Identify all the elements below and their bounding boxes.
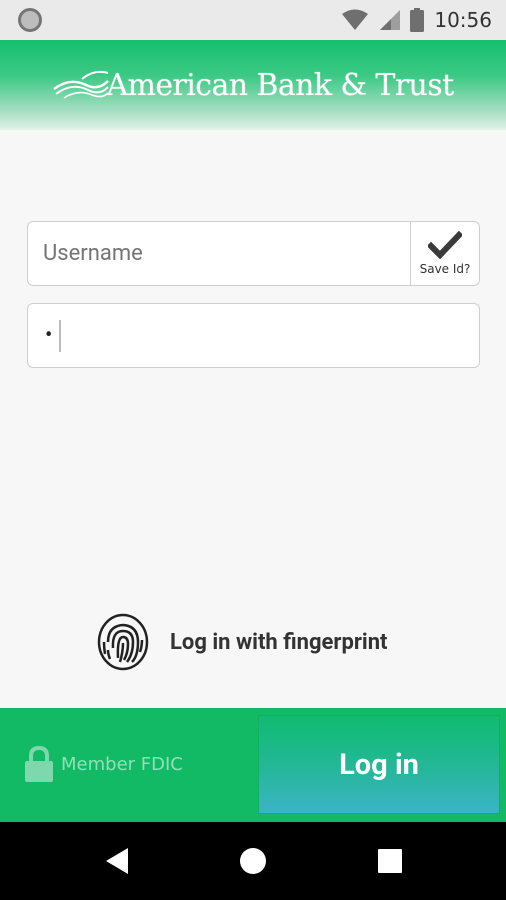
back-icon (106, 848, 128, 874)
nav-recents-button[interactable] (350, 822, 430, 900)
lock-icon (25, 746, 53, 782)
flag-swoosh-icon (53, 70, 110, 99)
cell-signal-icon (380, 10, 401, 30)
status-bar: 10:56 (0, 0, 506, 40)
brand-name: American Bank & Trust (106, 67, 454, 103)
password-value: • (45, 322, 53, 348)
home-icon (240, 848, 266, 874)
recents-icon (378, 849, 402, 873)
fingerprint-login[interactable]: Log in with fingerprint (96, 612, 387, 672)
checkmark-icon (428, 231, 462, 259)
username-field: Save Id? (27, 221, 480, 286)
username-input[interactable] (28, 222, 410, 285)
status-time: 10:56 (434, 8, 492, 32)
fingerprint-icon (97, 613, 149, 671)
fdic-label: Member FDIC (61, 753, 183, 775)
app-header: American Bank & Trust (0, 40, 506, 130)
system-nav-bar (0, 822, 506, 900)
nav-home-button[interactable] (213, 822, 293, 900)
save-id-checkbox[interactable]: Save Id? (410, 222, 479, 285)
bottom-bar: Member FDIC Log in (0, 708, 506, 822)
member-fdic: Member FDIC (25, 746, 183, 782)
nav-back-button[interactable] (77, 822, 157, 900)
text-cursor (59, 319, 62, 352)
battery-icon (410, 8, 425, 32)
password-field[interactable]: • (27, 303, 480, 368)
fingerprint-label: Log in with fingerprint (170, 629, 388, 655)
login-button[interactable]: Log in (259, 716, 499, 813)
status-right: 10:56 (342, 8, 492, 32)
brand-logo: American Bank & Trust (52, 65, 454, 105)
login-label: Log in (339, 747, 419, 782)
notification-circle-icon (18, 8, 42, 32)
status-left (18, 8, 42, 32)
save-id-label: Save Id? (419, 262, 471, 276)
wifi-icon (342, 9, 369, 30)
